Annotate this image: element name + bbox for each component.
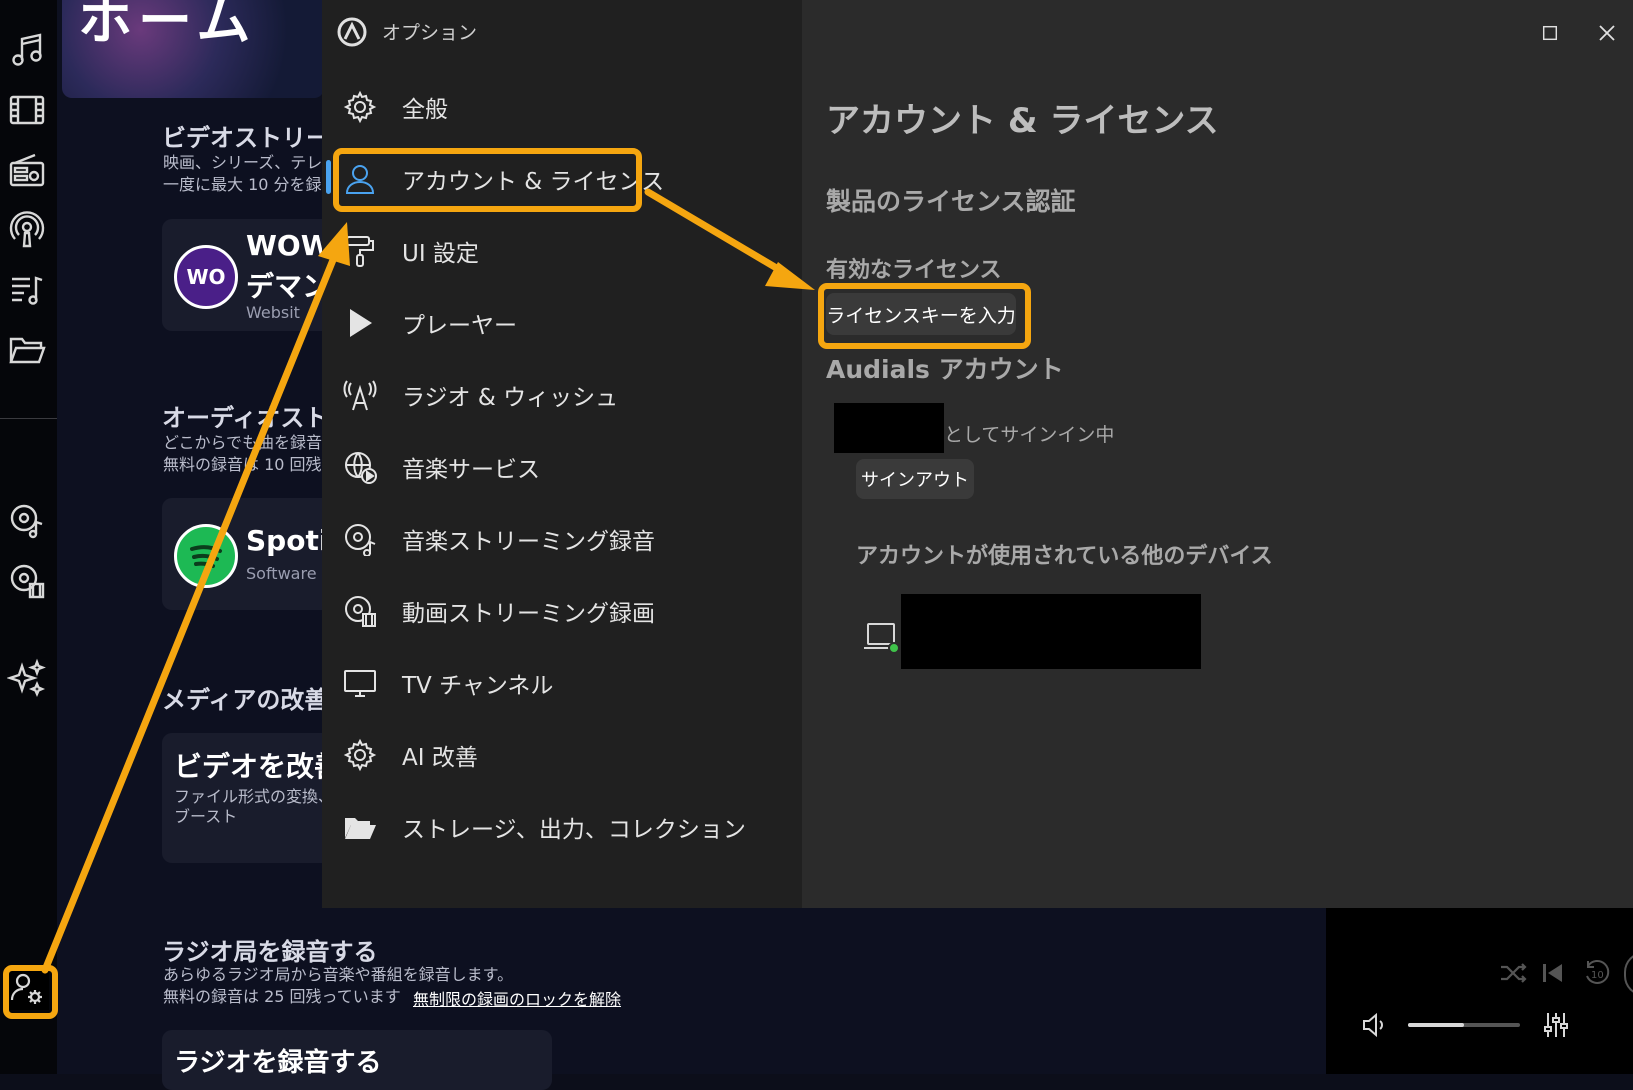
radio-section-title: ラジオ局を録音する — [162, 938, 378, 966]
signed-in-label: としてサインイン中 — [944, 424, 1115, 446]
unlock-unlimited-link[interactable]: 無制限の録画のロックを解除 — [413, 986, 621, 1010]
nav-item-tv-channels[interactable]: TV チャンネル — [340, 653, 770, 713]
nav-item-music-stream-record[interactable]: 音楽ストリーミング録音 — [340, 509, 770, 569]
audio-section-sub1: どこからでも曲を録音で — [163, 433, 339, 452]
nav-selection-indicator — [326, 160, 331, 194]
gear-ai-icon — [340, 735, 380, 775]
folder-icon[interactable] — [5, 328, 49, 372]
music-record-icon[interactable] — [5, 498, 49, 542]
other-devices-heading: アカウントが使用されている他のデバイス — [856, 544, 1273, 569]
card-title: ラジオを録音する — [174, 1048, 382, 1078]
spotify-logo — [174, 524, 238, 588]
sparkle-icon[interactable] — [5, 656, 49, 700]
nav-item-video-stream-record[interactable]: 動画ストリーミング録画 — [340, 581, 770, 641]
film-icon[interactable] — [5, 88, 49, 132]
rewind-10-icon[interactable]: 10 — [1582, 958, 1612, 988]
nav-label: プレーヤー — [402, 313, 517, 339]
card-sub: Websit — [246, 303, 300, 322]
radio-icon[interactable] — [5, 148, 49, 192]
folder-open-icon — [340, 807, 380, 847]
account-heading: Audials アカウント — [826, 355, 1064, 384]
wowow-logo: WO — [174, 245, 238, 309]
card-sub-2: ブースト — [174, 807, 238, 826]
redacted-username — [834, 403, 944, 453]
license-heading: 製品のライセンス認証 — [826, 187, 1076, 216]
paint-roller-icon — [340, 231, 380, 271]
highlight-account-settings — [3, 965, 58, 1019]
music-note-icon[interactable] — [5, 28, 49, 72]
maximize-icon[interactable] — [1535, 18, 1565, 48]
antenna-icon — [340, 375, 380, 415]
nav-label: TV チャンネル — [402, 673, 554, 699]
monitor-icon — [340, 663, 380, 703]
nav-item-general[interactable]: 全般 — [340, 77, 770, 137]
media-section-title: メディアの改善 — [162, 686, 329, 714]
highlight-enter-key — [818, 283, 1031, 349]
page-title: ホーム — [78, 0, 257, 52]
nav-label: AI 改善 — [402, 745, 478, 771]
card-title: Spoti — [246, 524, 329, 557]
rail-divider — [0, 418, 57, 419]
video-record-icon — [340, 591, 380, 631]
nav-item-radio-wish[interactable]: ラジオ & ウィッシュ — [340, 365, 770, 425]
nav-label: ラジオ & ウィッシュ — [402, 385, 619, 411]
card-title-2: デマン — [246, 270, 331, 303]
audials-logo-icon — [337, 17, 367, 47]
playlist-icon[interactable] — [5, 268, 49, 312]
svg-text:10: 10 — [1591, 970, 1604, 981]
music-record-icon — [340, 519, 380, 559]
shuffle-icon[interactable] — [1498, 958, 1528, 988]
card-title: WOW — [246, 229, 332, 262]
radio-section-sub2: 無料の録音は 25 回残っています — [163, 987, 401, 1006]
card-title: ビデオを改善 — [174, 750, 343, 783]
nav-label: 音楽サービス — [402, 457, 540, 483]
card-sub: Software — [246, 564, 317, 583]
nav-item-player[interactable]: プレーヤー — [340, 293, 770, 353]
audio-section-sub2: 無料の録音は 10 回残 — [163, 455, 322, 474]
nav-label: UI 設定 — [402, 241, 479, 267]
equalizer-icon[interactable] — [1541, 1010, 1571, 1040]
record-radio-card[interactable]: ラジオを録音する — [162, 1030, 552, 1090]
laptop-icon — [862, 620, 902, 656]
video-record-icon[interactable] — [5, 558, 49, 602]
close-icon[interactable] — [1592, 18, 1622, 48]
wowow-card[interactable]: WO WOW デマン Websit — [162, 219, 342, 331]
volume-slider[interactable] — [1408, 1023, 1520, 1027]
radio-section-sub1: あらゆるラジオ局から音楽や番組を録音します。 — [163, 965, 514, 984]
player-bar: 10 — [1326, 908, 1633, 1074]
previous-icon[interactable] — [1538, 958, 1568, 988]
play-icon — [340, 303, 380, 343]
options-title: オプション — [382, 22, 478, 44]
nav-label: 音楽ストリーミング録音 — [402, 529, 655, 555]
highlight-account-license — [333, 148, 642, 212]
redacted-device-name — [901, 594, 1201, 669]
volume-slider-fill — [1408, 1023, 1464, 1027]
nav-label: ストレージ、出力、コレクション — [402, 817, 746, 843]
video-section-sub2: 一度に最大 10 分を録 — [163, 175, 322, 194]
left-nav-rail — [0, 0, 57, 1074]
globe-play-icon — [340, 447, 380, 487]
podcast-icon[interactable] — [5, 208, 49, 252]
nav-item-music-services[interactable]: 音楽サービス — [340, 437, 770, 497]
valid-license-label: 有効なライセンス — [826, 258, 1002, 283]
improve-video-card[interactable]: ビデオを改善 ファイル形式の変換、 ブースト — [162, 733, 342, 863]
nav-item-ai-improve[interactable]: AI 改善 — [340, 725, 770, 785]
play-button[interactable] — [1624, 952, 1633, 996]
nav-item-ui-settings[interactable]: UI 設定 — [340, 221, 770, 281]
nav-label: 動画ストリーミング録画 — [402, 601, 655, 627]
nav-label: 全般 — [402, 97, 448, 123]
gear-icon — [340, 87, 380, 127]
signout-button[interactable]: サインアウト — [856, 459, 974, 499]
content-title: アカウント & ライセンス — [826, 101, 1219, 141]
spotify-card[interactable]: Spoti Software — [162, 498, 342, 610]
volume-icon[interactable] — [1360, 1010, 1390, 1040]
nav-item-storage-output[interactable]: ストレージ、出力、コレクション — [340, 797, 770, 857]
